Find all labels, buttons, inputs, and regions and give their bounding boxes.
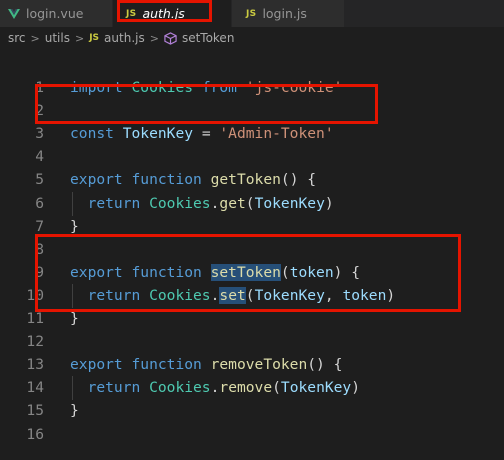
- code-token: function: [131, 356, 202, 374]
- code-token: const: [70, 125, 114, 143]
- editor-tab-bar: login.vue JS auth.js JS login.js: [0, 0, 504, 27]
- code-token: remove: [219, 379, 273, 397]
- js-file-icon: JS: [246, 8, 257, 19]
- code-token: return: [87, 379, 141, 397]
- code-token: =: [193, 125, 220, 143]
- code-token: return: [87, 194, 141, 212]
- chevron-right-icon: >: [74, 31, 85, 45]
- line-number: 16: [26, 425, 44, 443]
- code-token: removeToken: [210, 356, 308, 374]
- code-token: () {: [280, 171, 317, 189]
- tab-label: login.vue: [26, 6, 84, 21]
- breadcrumb-utils[interactable]: utils: [45, 31, 70, 45]
- code-line[interactable]: 6 return Cookies.get(TokenKey): [0, 191, 504, 216]
- code-text: export function getToken() {: [70, 168, 316, 192]
- code-token: ): [324, 194, 334, 212]
- annotation-box-tab: [117, 0, 212, 22]
- code-token: Cookies: [149, 379, 211, 397]
- line-number: 12: [26, 333, 44, 351]
- line-number: 4: [35, 148, 44, 166]
- code-token: () {: [307, 356, 343, 374]
- method-cube-icon: [164, 31, 177, 45]
- code-text: const TokenKey = 'Admin-Token': [70, 122, 334, 146]
- line-number: 3: [35, 125, 44, 143]
- code-line[interactable]: 12: [0, 330, 504, 354]
- line-number: 15: [26, 402, 44, 420]
- code-line[interactable]: 5 export function getToken() {: [0, 168, 504, 192]
- line-number: 5: [35, 171, 44, 189]
- code-token: export: [70, 171, 123, 189]
- code-token: 'Admin-Token': [219, 125, 334, 143]
- breadcrumb-file[interactable]: auth.js: [104, 31, 145, 45]
- breadcrumb: src > utils > JS auth.js > setToken: [0, 27, 504, 49]
- code-token: ): [351, 379, 361, 397]
- code-text: export function removeToken() {: [70, 353, 342, 377]
- vue-file-icon: [8, 8, 20, 19]
- code-line[interactable]: 14 return Cookies.remove(TokenKey): [0, 376, 504, 401]
- tab-login-vue[interactable]: login.vue: [0, 0, 112, 27]
- code-line[interactable]: 13 export function removeToken() {: [0, 353, 504, 377]
- breadcrumb-src[interactable]: src: [8, 31, 26, 45]
- code-token: }: [70, 402, 79, 420]
- tab-label: login.js: [262, 6, 307, 21]
- line-number: 14: [26, 379, 44, 397]
- line-number: 13: [26, 356, 44, 374]
- code-line[interactable]: 4: [0, 145, 504, 169]
- code-token: TokenKey: [254, 194, 325, 212]
- annotation-box-tokenkey: [35, 84, 378, 124]
- code-text: return Cookies.get(TokenKey): [70, 192, 334, 216]
- code-token: getToken: [210, 171, 281, 189]
- code-line[interactable]: 15}: [0, 399, 504, 423]
- js-file-icon: JS: [89, 33, 100, 43]
- breadcrumb-symbol[interactable]: setToken: [182, 31, 234, 45]
- code-line[interactable]: 3 const TokenKey = 'Admin-Token': [0, 122, 504, 146]
- code-token: }: [70, 217, 79, 235]
- code-token: Cookies: [149, 194, 211, 212]
- code-token: get: [219, 194, 246, 212]
- code-token: export: [70, 356, 123, 374]
- code-token: }: [70, 310, 79, 327]
- code-token: (: [272, 379, 281, 397]
- code-token: (: [245, 194, 255, 212]
- code-line[interactable]: 16: [0, 423, 504, 447]
- line-number: 6: [35, 194, 44, 212]
- chevron-right-icon: >: [30, 31, 40, 45]
- code-text: }: [70, 399, 79, 423]
- tab-login-js[interactable]: JS login.js: [232, 0, 344, 27]
- code-text: return Cookies.remove(TokenKey): [70, 376, 360, 400]
- code-token: TokenKey: [280, 379, 352, 397]
- annotation-box-settoken: [35, 234, 461, 312]
- code-token: TokenKey: [122, 125, 194, 143]
- chevron-right-icon: >: [149, 31, 159, 45]
- code-token: function: [131, 171, 202, 189]
